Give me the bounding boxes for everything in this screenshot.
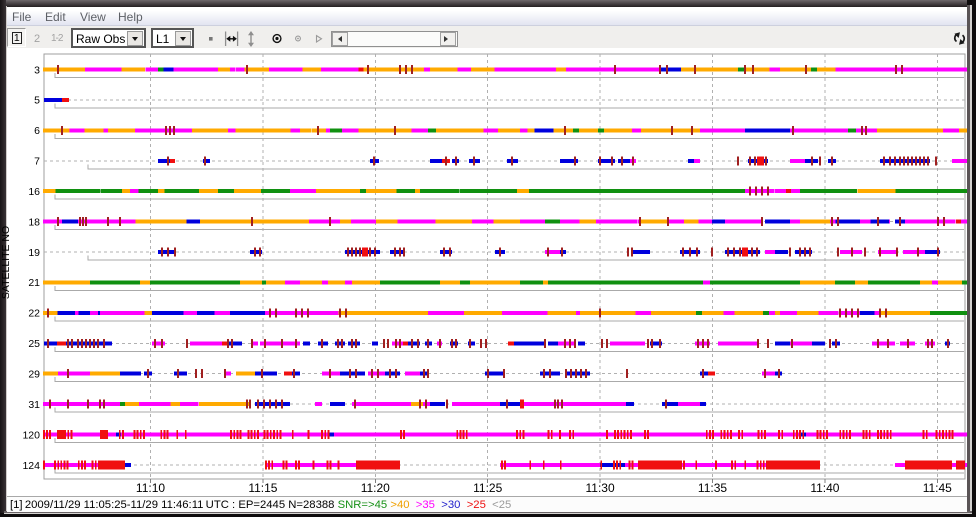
svg-text:11:15: 11:15 <box>248 481 277 495</box>
svg-text:7: 7 <box>34 156 40 168</box>
svg-text:3: 3 <box>34 64 40 76</box>
svg-text:31: 31 <box>28 399 40 411</box>
svg-text:19: 19 <box>28 247 40 259</box>
svg-text:SATELLITE NO: SATELLITE NO <box>0 226 12 299</box>
svg-text:11:30: 11:30 <box>586 481 615 495</box>
svg-text:6: 6 <box>34 125 40 137</box>
svg-text:120: 120 <box>22 429 40 441</box>
svg-text:11:20: 11:20 <box>361 481 390 495</box>
svg-text:124: 124 <box>22 460 40 472</box>
svg-text:11:40: 11:40 <box>810 481 839 495</box>
svg-text:16: 16 <box>28 186 40 198</box>
svg-text:22: 22 <box>28 308 40 320</box>
svg-text:5: 5 <box>34 95 40 107</box>
svg-text:11:35: 11:35 <box>698 481 727 495</box>
svg-text:21: 21 <box>28 277 40 289</box>
svg-text:29: 29 <box>28 369 40 381</box>
svg-text:18: 18 <box>28 216 40 228</box>
svg-text:25: 25 <box>28 338 40 350</box>
svg-text:11:10: 11:10 <box>136 481 165 495</box>
svg-text:11:45: 11:45 <box>923 481 952 495</box>
svg-text:11:25: 11:25 <box>473 481 502 495</box>
